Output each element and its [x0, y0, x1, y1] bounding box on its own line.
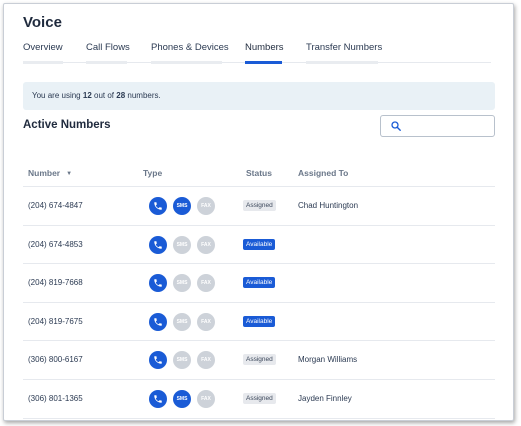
column-header-type: Type [143, 168, 163, 178]
phone-icon [149, 389, 167, 408]
assigned-to: Chad Huntington [298, 201, 359, 210]
sms-icon: SMS [173, 312, 191, 331]
section-title: Active Numbers [23, 119, 111, 131]
phone-icon [149, 274, 167, 293]
phone-icon [149, 197, 167, 215]
status-badge: Available [243, 277, 276, 289]
phone-icon [149, 312, 167, 331]
table-header: Number ▼ Type Status Assigned To [23, 164, 495, 187]
search-icon [391, 121, 401, 131]
tab-phones-devices[interactable]: Phones & Devices [151, 42, 229, 64]
page-title: Voice [23, 14, 62, 31]
sms-icon: SMS [173, 389, 191, 408]
fax-icon: FAX [197, 312, 215, 331]
sms-icon: SMS [173, 274, 191, 293]
numbers-table-body: (204) 674-4847 SMS FAX Assigned Chad Hunting… [23, 187, 495, 419]
column-header-status: Status [246, 168, 272, 178]
usage-banner: You are using 12 out of 28 numbers. [23, 82, 495, 110]
tab-overview[interactable]: Overview [23, 42, 63, 64]
fax-icon: FAX [197, 235, 215, 254]
phone-number: (204) 819-7675 [28, 316, 83, 326]
tab-transfer-numbers[interactable]: Transfer Numbers [306, 42, 382, 64]
fax-icon: FAX [197, 389, 215, 408]
table-row[interactable]: (204) 674-4847 SMS FAX Assigned Chad Hunting… [23, 187, 495, 226]
usage-suffix: numbers. [127, 91, 161, 100]
status-badge: Available [243, 238, 276, 250]
search-input[interactable] [380, 115, 495, 137]
status-badge: Available [243, 315, 276, 327]
phone-icon [149, 351, 167, 370]
phone-icon-glyph [154, 395, 162, 403]
fax-icon: FAX [197, 274, 215, 293]
fax-icon: FAX [197, 197, 215, 215]
phone-number: (204) 674-4847 [28, 201, 83, 210]
tab-bar: Overview Call Flows Phones & Devices Num… [23, 42, 491, 64]
status-badge: Assigned [243, 200, 276, 211]
phone-number: (306) 800-6167 [28, 355, 83, 365]
usage-middle: out of [94, 91, 115, 100]
table-row[interactable]: (204) 819-7668 SMS FAX Available [23, 264, 495, 303]
column-header-assigned-to: Assigned To [298, 168, 349, 178]
table-row[interactable]: (306) 800-6167 SMS FAX Assigned Morgan Willi… [23, 341, 495, 380]
app-window: Voice Overview Call Flows Phones & Devic… [3, 3, 514, 421]
usage-prefix: You are using [32, 91, 81, 100]
phone-icon-glyph [154, 356, 162, 365]
table-row[interactable]: (204) 674-4853 SMS FAX Available [23, 226, 495, 265]
usage-total-count: 28 [116, 91, 126, 100]
table-row[interactable]: (306) 801-1365 SMS FAX Assigned Jayden Finnl… [23, 380, 495, 419]
assigned-to: Morgan Williams [298, 355, 358, 365]
assigned-to: Jayden Finnley [298, 393, 352, 403]
phone-number: (306) 801-1365 [28, 393, 83, 403]
sms-icon: SMS [173, 197, 191, 215]
usage-used-count: 12 [82, 91, 92, 100]
column-header-number[interactable]: Number ▼ [28, 168, 72, 178]
phone-icon-glyph [154, 318, 162, 326]
fax-icon: FAX [197, 351, 215, 370]
phone-number: (204) 674-4853 [28, 239, 83, 249]
phone-icon-glyph [154, 202, 162, 210]
status-badge: Assigned [243, 354, 276, 366]
phone-number: (204) 819-7668 [28, 278, 83, 288]
table-row[interactable]: (204) 819-7675 SMS FAX Available [23, 303, 495, 342]
tab-call-flows[interactable]: Call Flows [86, 42, 130, 64]
sms-icon: SMS [173, 235, 191, 254]
phone-icon-glyph [154, 279, 162, 287]
tab-numbers[interactable]: Numbers [245, 42, 284, 64]
sms-icon: SMS [173, 351, 191, 370]
sort-desc-icon: ▼ [66, 171, 73, 177]
phone-icon [149, 235, 167, 254]
phone-icon-glyph [154, 240, 162, 249]
column-header-number-label: Number [28, 168, 61, 178]
status-badge: Assigned [243, 392, 276, 404]
